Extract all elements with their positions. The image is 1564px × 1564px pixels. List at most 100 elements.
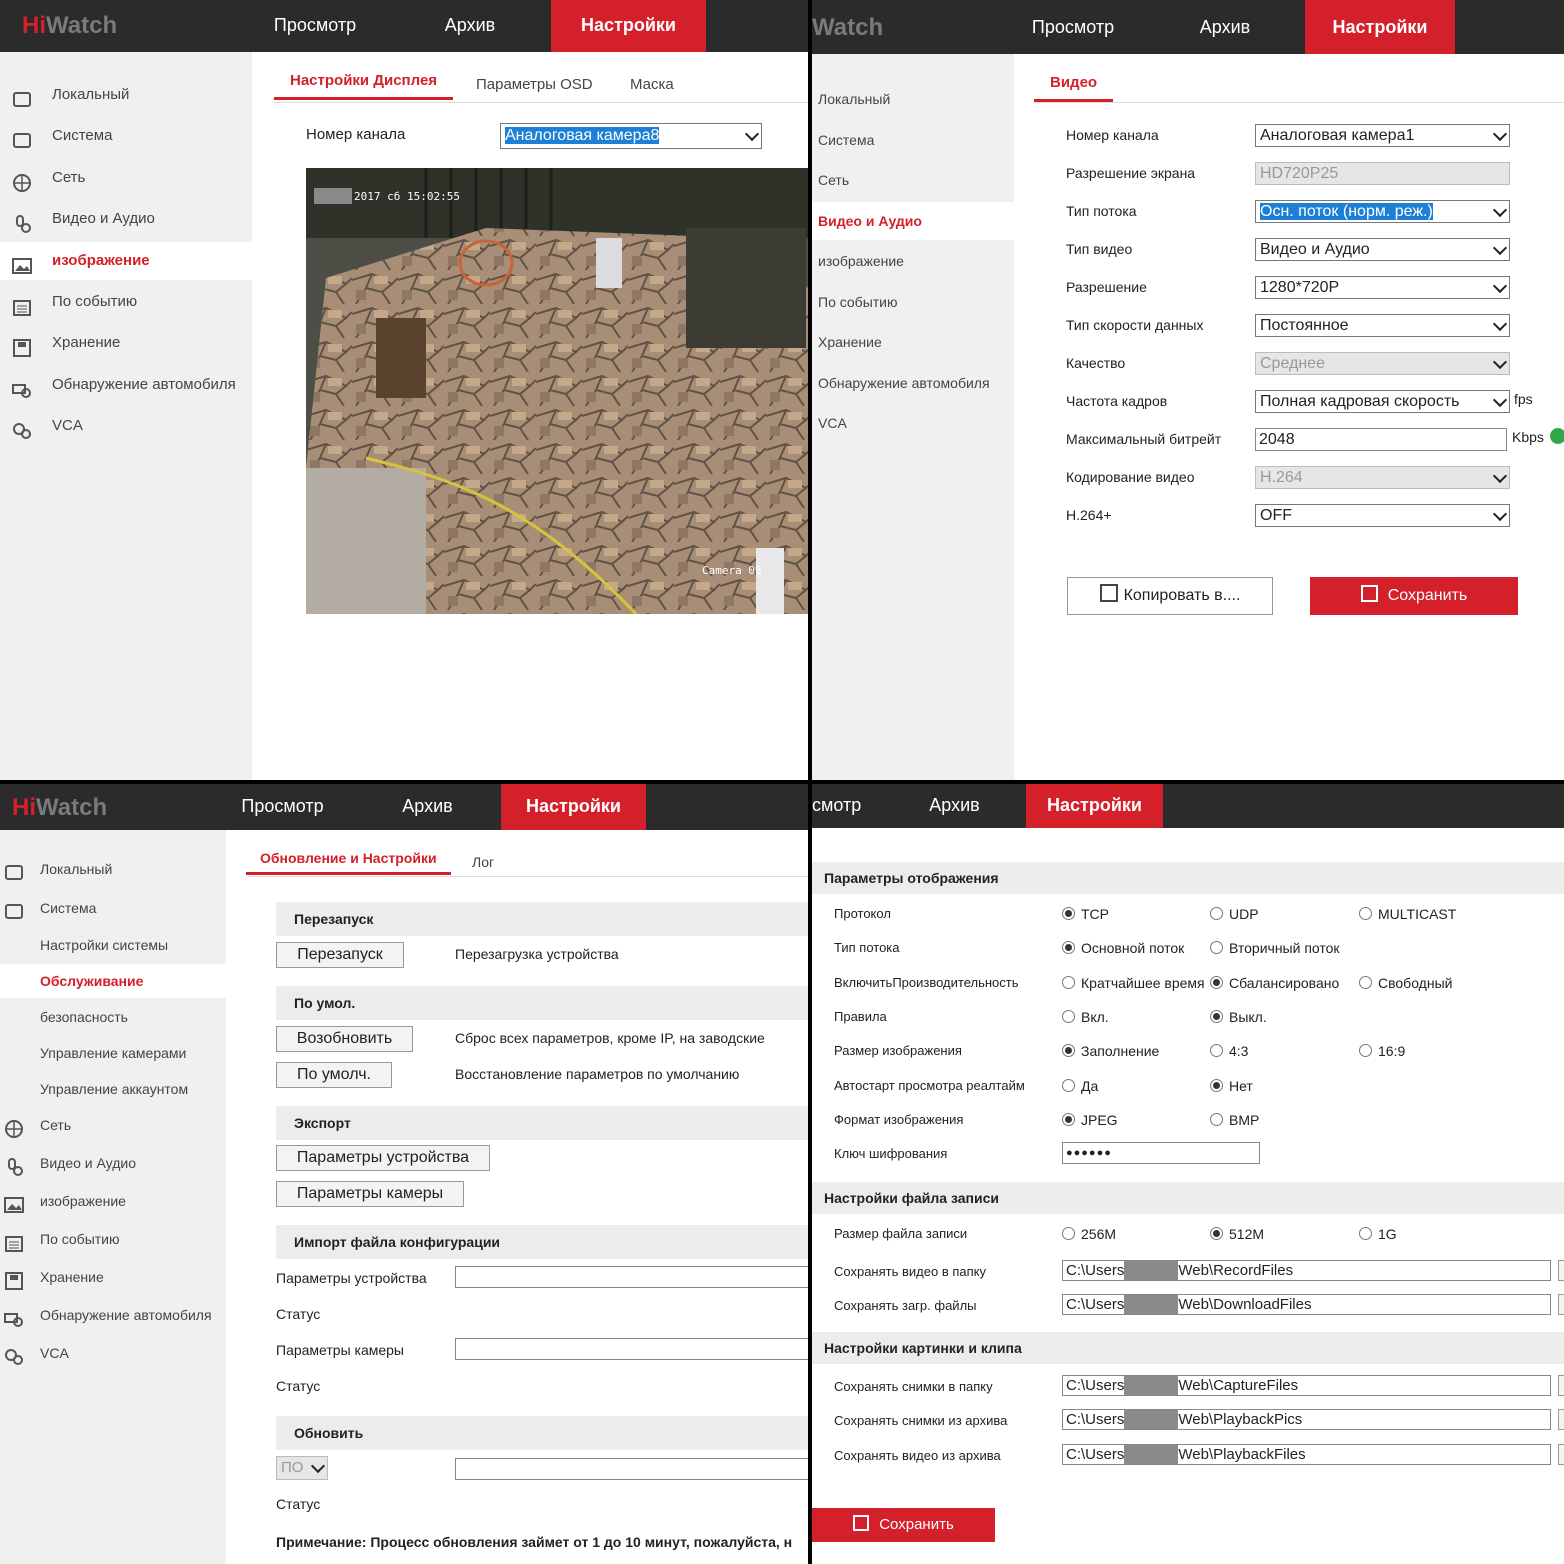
sidebar-item[interactable]: Управление аккаунтом [0, 1072, 226, 1106]
field-select[interactable]: OFF [1255, 504, 1510, 527]
radio-option[interactable]: TCP [1062, 906, 1109, 922]
radio-option[interactable]: JPEG [1062, 1112, 1118, 1128]
radio-option[interactable]: Да [1062, 1078, 1098, 1094]
radio-option[interactable]: 1G [1359, 1226, 1397, 1242]
nav-archive[interactable]: Архив [410, 0, 530, 52]
sidebar-item[interactable]: Сеть [0, 1108, 226, 1142]
export-camera-button[interactable]: Параметры камеры [276, 1181, 464, 1207]
tab-osd[interactable]: Параметры OSD [476, 76, 593, 93]
radio-option[interactable]: Вторичный поток [1210, 940, 1340, 956]
sidebar-item[interactable]: Система [0, 117, 252, 155]
nav-view[interactable]: Просмотр [1008, 0, 1138, 54]
path-input[interactable]: C:\Users Web\PlaybackFiles [1062, 1443, 1551, 1465]
radio-option[interactable]: Кратчайшее время [1062, 975, 1205, 991]
sidebar-item[interactable]: Хранение [0, 324, 252, 362]
browse-button[interactable] [1558, 1375, 1564, 1396]
field-select[interactable]: Постоянное [1255, 314, 1510, 337]
radio-option[interactable]: 16:9 [1359, 1043, 1405, 1059]
sidebar-item[interactable]: безопасность [0, 1000, 226, 1034]
sidebar-item[interactable]: Локальный [812, 80, 1014, 118]
radio-option[interactable]: MULTICAST [1359, 906, 1456, 922]
radio-option[interactable]: Выкл. [1210, 1009, 1267, 1025]
field-select[interactable]: Осн. поток (норм. реж.) [1255, 200, 1510, 223]
browse-button[interactable] [1558, 1294, 1564, 1316]
radio-option[interactable]: Основной поток [1062, 940, 1184, 956]
channel-select[interactable]: Аналоговая камера8 [500, 123, 762, 149]
save-button[interactable]: Сохранить [1310, 577, 1518, 615]
sidebar-item[interactable]: Сеть [812, 161, 1014, 199]
sidebar-item[interactable]: По событию [0, 283, 252, 321]
field-select[interactable]: 1280*720P [1255, 276, 1510, 299]
tab-video[interactable]: Видео [1034, 74, 1114, 102]
default-button[interactable]: По умолч. [276, 1062, 392, 1088]
nav-settings[interactable]: Настройки [1305, 0, 1455, 54]
radio-option[interactable]: Вкл. [1062, 1009, 1109, 1025]
sidebar-item[interactable]: Обнаружение автомобиля [0, 366, 252, 404]
sidebar-item[interactable]: Система [812, 121, 1014, 159]
field-select[interactable]: Видео и Аудио [1255, 238, 1510, 261]
sidebar-item[interactable]: Обнаружение автомобиля [812, 364, 1014, 402]
radio-option[interactable]: Сбалансировано [1210, 975, 1339, 991]
browse-button[interactable] [1558, 1409, 1564, 1431]
sidebar-item[interactable]: По событию [0, 1222, 226, 1256]
field-select[interactable]: Аналоговая камера1 [1255, 124, 1510, 147]
sidebar-item[interactable]: VCA [812, 404, 1014, 442]
bitrate-input[interactable]: 2048 [1255, 428, 1507, 451]
sidebar-item[interactable]: Локальный [0, 76, 252, 114]
nav-view[interactable]: Просмотр [220, 784, 345, 830]
browse-button[interactable] [1558, 1260, 1564, 1281]
sidebar-item[interactable]: изображение [812, 242, 1014, 280]
tab-display-settings[interactable]: Настройки Дисплея [274, 72, 454, 100]
radio-option[interactable]: Заполнение [1062, 1043, 1159, 1059]
restore-button[interactable]: Возобновить [276, 1026, 413, 1052]
sidebar-item[interactable]: Видео и Аудио [0, 1146, 226, 1180]
sidebar-item[interactable]: Сеть [0, 159, 252, 197]
sidebar-item[interactable]: По событию [812, 283, 1014, 321]
reboot-button[interactable]: Перезапуск [276, 942, 404, 968]
sidebar-item[interactable]: VCA [0, 1336, 226, 1370]
import-camera-input[interactable] [455, 1338, 808, 1360]
radio-option[interactable]: Свободный [1359, 975, 1452, 991]
tab-upgrade[interactable]: Обновление и Настройки [246, 850, 451, 875]
update-file-input[interactable] [455, 1458, 808, 1480]
sidebar-item[interactable]: Система [0, 891, 226, 925]
nav-archive[interactable]: Архив [1170, 0, 1280, 54]
path-input[interactable]: C:\Users Web\PlaybackPics [1062, 1409, 1551, 1431]
radio-option[interactable]: Нет [1210, 1078, 1253, 1094]
radio-option[interactable]: 512M [1210, 1226, 1264, 1242]
save-button[interactable]: Сохранить [812, 1508, 995, 1542]
sidebar-item[interactable]: Обнаружение автомобиля [0, 1298, 226, 1332]
sidebar-item[interactable]: Видео и Аудио [0, 200, 252, 238]
sidebar-item[interactable]: Управление камерами [0, 1036, 226, 1070]
nav-archive[interactable]: Архив [375, 784, 480, 830]
radio-option[interactable]: UDP [1210, 906, 1259, 922]
nav-settings[interactable]: Настройки [551, 0, 706, 52]
import-device-input[interactable] [455, 1266, 808, 1288]
sidebar-item[interactable]: Обслуживание [0, 964, 226, 998]
update-type-select[interactable]: ПО [276, 1456, 328, 1480]
nav-settings[interactable]: Настройки [1026, 784, 1163, 828]
sidebar-item[interactable]: Локальный [0, 852, 226, 886]
encryption-key-input[interactable]: ●●●●●● [1062, 1142, 1260, 1164]
sidebar-item[interactable]: изображение [0, 1184, 226, 1218]
sidebar-item[interactable]: VCA [0, 407, 252, 445]
copy-to-button[interactable]: Копировать в.... [1067, 577, 1273, 615]
radio-option[interactable]: 4:3 [1210, 1043, 1248, 1059]
nav-view[interactable]: Просмотр [250, 0, 380, 52]
tab-log[interactable]: Лог [472, 854, 494, 870]
sidebar-item[interactable]: Хранение [812, 323, 1014, 361]
sidebar-item[interactable]: Хранение [0, 1260, 226, 1294]
nav-archive[interactable]: Архив [902, 784, 1007, 828]
browse-button[interactable] [1558, 1443, 1564, 1465]
path-input[interactable]: C:\Users Web\CaptureFiles [1062, 1375, 1551, 1396]
sidebar-item[interactable]: Настройки системы [0, 928, 226, 962]
sidebar-item[interactable]: изображение [0, 241, 252, 280]
export-device-button[interactable]: Параметры устройства [276, 1145, 490, 1171]
nav-settings[interactable]: Настройки [501, 784, 646, 830]
path-input[interactable]: C:\Users Web\RecordFiles [1062, 1260, 1551, 1281]
sidebar-item[interactable]: Видео и Аудио [812, 201, 1014, 240]
nav-view[interactable]: смотр [812, 784, 862, 828]
field-select[interactable]: Полная кадровая скорость [1255, 390, 1510, 413]
path-input[interactable]: C:\Users Web\DownloadFiles [1062, 1294, 1551, 1316]
radio-option[interactable]: 256M [1062, 1226, 1116, 1242]
